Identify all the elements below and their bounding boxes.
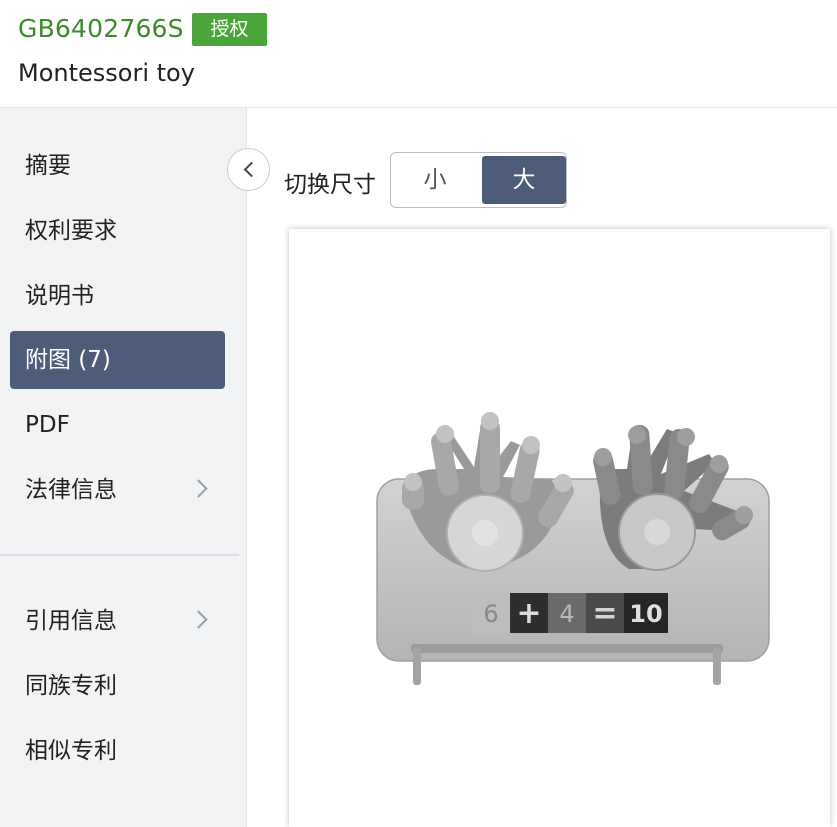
sidebar-item-pdf[interactable]: PDF (10, 396, 225, 454)
patent-figure-frame: 6 + 4 = 10 (289, 229, 830, 827)
sidebar-item-family-patents[interactable]: 同族专利 (10, 657, 225, 715)
sidebar-item-label: 相似专利 (25, 738, 117, 764)
equation-tiles: 6 + 4 = 10 (472, 593, 668, 633)
sidebar-item-label: 同族专利 (25, 673, 117, 699)
sidebar-item-label: 法律信息 (25, 477, 117, 503)
sidebar-item-label: 引用信息 (25, 608, 117, 634)
sidebar-item-abstract[interactable]: 摘要 (10, 137, 225, 195)
patent-title: Montessori toy (18, 59, 195, 87)
sidebar-item-drawings[interactable]: 附图 (7) (10, 331, 225, 389)
sidebar-divider (0, 554, 239, 556)
tile-four: 4 (559, 600, 574, 628)
sidebar-item-label: 权利要求 (25, 218, 117, 244)
size-option-large[interactable]: 大 (482, 156, 566, 204)
sidebar-item-description[interactable]: 说明书 (10, 267, 225, 325)
tile-ten: 10 (629, 600, 662, 628)
tile-plus: + (516, 596, 541, 631)
status-badge: 授权 (192, 13, 267, 46)
sidebar-item-label: 说明书 (25, 283, 94, 309)
sidebar-nav: 摘要 权利要求 说明书 附图 (7) PDF 法律信息 引用信息 同族专利 相似… (0, 108, 247, 827)
sidebar-item-label: 摘要 (25, 153, 71, 179)
size-toggle-label: 切换尺寸 (284, 172, 376, 198)
chevron-left-icon (243, 161, 260, 178)
size-toggle: 小 大 (390, 152, 567, 208)
size-option-small[interactable]: 小 (393, 156, 477, 204)
sidebar-item-claims[interactable]: 权利要求 (10, 202, 225, 260)
tile-equals: = (592, 596, 617, 631)
sidebar-item-label: 附图 (7) (25, 347, 111, 373)
sidebar-item-citations[interactable]: 引用信息 (10, 592, 225, 650)
publication-number: GB6402766S (18, 14, 184, 43)
patent-header: GB6402766S 授权 Montessori toy (0, 0, 837, 108)
patent-figure-image: 6 + 4 = 10 (376, 412, 770, 685)
sidebar-item-label: PDF (25, 412, 70, 438)
chevron-right-icon (189, 479, 208, 498)
sidebar-item-legal-info[interactable]: 法律信息 (10, 461, 225, 519)
tile-six: 6 (483, 600, 498, 628)
chevron-right-icon (189, 610, 208, 629)
collapse-sidebar-button[interactable] (227, 148, 270, 191)
sidebar-item-similar-patents[interactable]: 相似专利 (10, 722, 225, 780)
